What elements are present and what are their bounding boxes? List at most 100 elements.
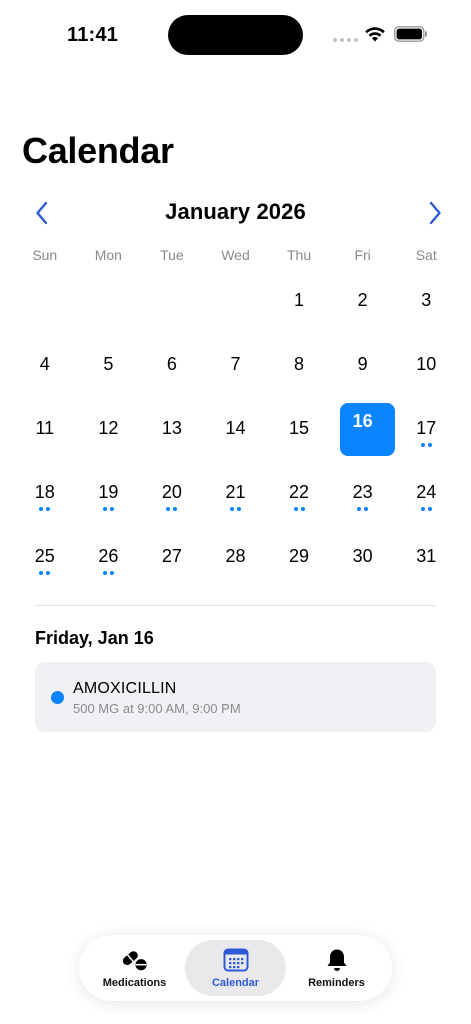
day-cell[interactable]: 28	[204, 524, 268, 588]
tab-reminders[interactable]: Reminders	[286, 940, 387, 996]
day-cell[interactable]: 13	[140, 396, 204, 460]
day-cell[interactable]: 17	[394, 396, 458, 460]
day-cell[interactable]: 3	[394, 268, 458, 332]
divider	[35, 605, 436, 606]
day-cell[interactable]: 23	[331, 460, 395, 524]
day-number: 11	[35, 418, 55, 438]
day-cell[interactable]: 5	[77, 332, 141, 396]
dose-dot	[427, 443, 432, 447]
day-cell[interactable]: 19	[77, 460, 141, 524]
cellular-signal-icon	[333, 38, 358, 42]
tab-label: Calendar	[211, 977, 260, 989]
day-cell[interactable]: 29	[267, 524, 331, 588]
day-cell[interactable]: 25	[13, 524, 77, 588]
day-number: 24	[416, 482, 437, 502]
dose-dot	[300, 507, 305, 511]
day-number: 19	[98, 482, 119, 502]
day-cell[interactable]: 11	[13, 396, 77, 460]
day-cell[interactable]: 27	[140, 524, 204, 588]
medication-schedule: 500 MG at 9:00 AM, 9:00 PM	[73, 701, 241, 716]
day-number: 22	[289, 482, 310, 502]
day-cell[interactable]: 26	[77, 524, 141, 588]
medication-card[interactable]: AMOXICILLIN 500 MG at 9:00 AM, 9:00 PM	[35, 662, 436, 732]
dose-indicator	[357, 507, 369, 511]
dose-dot	[173, 507, 178, 511]
day-number: 10	[416, 354, 437, 374]
dose-dot	[102, 571, 107, 575]
bell-icon	[322, 947, 352, 973]
dose-indicator	[229, 507, 241, 511]
tab-label: Medications	[102, 977, 167, 989]
dose-dot	[420, 507, 425, 511]
medication-color-dot	[51, 691, 64, 704]
day-number: 20	[161, 482, 182, 502]
tab-calendar[interactable]: Calendar	[185, 940, 286, 996]
day-number: 14	[225, 418, 246, 438]
day-number: 13	[161, 418, 182, 438]
status-time: 11:41	[67, 24, 119, 46]
day-number: 7	[230, 354, 241, 374]
dose-indicator	[420, 507, 432, 511]
day-number: 31	[416, 546, 437, 566]
day-number: 16	[352, 411, 373, 431]
weekday-label: Sun	[32, 247, 58, 263]
day-number: 8	[294, 354, 305, 374]
tab-bar: Medications Calendar Reminders	[79, 935, 392, 1001]
day-cell[interactable]: 31	[394, 524, 458, 588]
weekday-label: Tue	[160, 247, 184, 263]
day-number: 5	[103, 354, 114, 374]
empty-day-cell	[77, 268, 141, 332]
dose-dot	[46, 571, 51, 575]
day-cell[interactable]: 12	[77, 396, 141, 460]
tab-label: Reminders	[308, 977, 365, 989]
weekday-label: Sat	[415, 247, 437, 263]
chevron-right-icon	[429, 201, 441, 225]
day-cell[interactable]: 30	[331, 524, 395, 588]
day-cell[interactable]: 8	[267, 332, 331, 396]
day-cell[interactable]: 20	[140, 460, 204, 524]
weekday-label: Wed	[221, 247, 250, 263]
day-cell[interactable]: 15	[267, 396, 331, 460]
dose-indicator	[102, 507, 114, 511]
day-number: 15	[289, 418, 310, 438]
tab-medications[interactable]: Medications	[84, 940, 185, 996]
day-cell[interactable]: 14	[204, 396, 268, 460]
calendar-grid: 1 2 3 4 5 6 7 8 9 10 11 12 13 14 15 16 17 18 19 20 21 22 23 24 2…	[13, 268, 458, 588]
day-number: 30	[352, 546, 373, 566]
day-cell[interactable]: 22	[267, 460, 331, 524]
battery-icon	[394, 26, 427, 42]
day-cell[interactable]: 6	[140, 332, 204, 396]
day-cell[interactable]: 21	[204, 460, 268, 524]
month-label: January 2026	[165, 199, 306, 224]
dose-indicator	[39, 507, 51, 511]
dose-dot	[427, 507, 432, 511]
dose-dot	[46, 507, 51, 511]
day-number: 21	[225, 482, 246, 502]
day-number: 4	[39, 354, 50, 374]
day-cell[interactable]: 7	[204, 332, 268, 396]
day-number: 2	[357, 290, 368, 310]
dose-indicator	[420, 443, 432, 447]
day-cell[interactable]: 4	[13, 332, 77, 396]
day-number: 26	[98, 546, 119, 566]
day-cell[interactable]: 24	[394, 460, 458, 524]
day-number: 12	[98, 418, 119, 438]
next-month-button[interactable]	[421, 199, 449, 227]
dose-dot	[357, 507, 362, 511]
day-cell[interactable]: 10	[394, 332, 458, 396]
empty-day-cell	[140, 268, 204, 332]
day-number: 27	[161, 546, 182, 566]
selected-day-heading: Friday, Jan 16	[35, 628, 154, 648]
dose-indicator	[102, 571, 114, 575]
dose-indicator	[39, 571, 51, 575]
dose-dot	[39, 507, 44, 511]
dose-indicator	[166, 507, 178, 511]
day-cell[interactable]: 18	[13, 460, 77, 524]
day-cell[interactable]: 2	[331, 268, 395, 332]
day-cell-selected[interactable]: 16	[331, 396, 395, 460]
day-number: 17	[416, 418, 437, 438]
day-cell[interactable]: 1	[267, 268, 331, 332]
day-cell[interactable]: 9	[331, 332, 395, 396]
dose-dot	[229, 507, 234, 511]
day-number: 3	[421, 290, 432, 310]
